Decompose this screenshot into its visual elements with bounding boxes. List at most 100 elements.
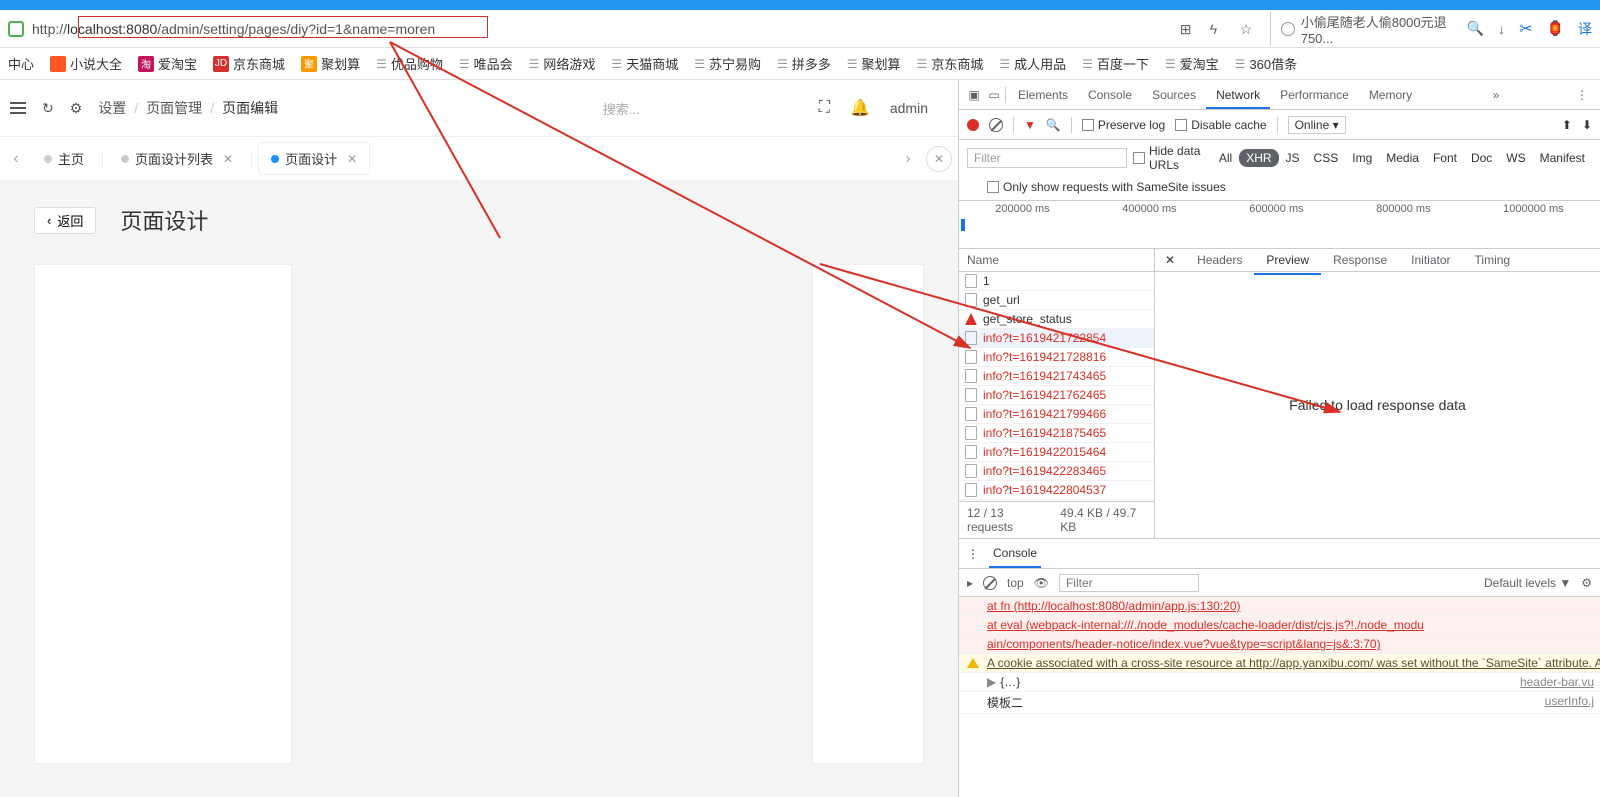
search-icon[interactable]: 🔍	[1467, 20, 1484, 37]
network-request-row[interactable]: info?t=1619422015464	[959, 443, 1154, 462]
network-request-row[interactable]: 1	[959, 272, 1154, 291]
gear-icon[interactable]: ⚙	[70, 100, 83, 117]
download-har-icon[interactable]: ⬇	[1582, 118, 1592, 132]
devtools-tab-performance[interactable]: Performance	[1270, 81, 1359, 109]
devtools-more-tabs-icon[interactable]: »	[1487, 88, 1506, 102]
filter-chip-js[interactable]: JS	[1279, 149, 1307, 167]
bell-icon[interactable]: 🔔	[850, 98, 870, 118]
devtools-menu-icon[interactable]: ⋮	[1570, 88, 1594, 102]
device-toggle-icon[interactable]: ▭	[985, 86, 1003, 104]
network-request-row[interactable]: info?t=1619421728816	[959, 348, 1154, 367]
tab-arrow-right-icon[interactable]: ›	[898, 150, 918, 168]
console-context-select[interactable]: top	[1007, 576, 1024, 590]
bookmark-item[interactable]: 京东商城	[911, 54, 990, 73]
breadcrumb-item[interactable]: 设置	[98, 98, 126, 118]
console-settings-icon[interactable]: ⚙	[1581, 576, 1592, 590]
panel-left[interactable]	[34, 264, 292, 764]
bookmark-item[interactable]: 百度一下	[1076, 54, 1155, 73]
browser-search-box[interactable]: 小偷尾随老人偷8000元退750... 🔍	[1270, 12, 1484, 46]
filter-icon[interactable]: ▼	[1024, 118, 1036, 132]
devtools-tab-elements[interactable]: Elements	[1008, 81, 1078, 109]
network-request-row[interactable]: info?t=1619421799466	[959, 405, 1154, 424]
devtools-tab-console[interactable]: Console	[1078, 81, 1142, 109]
back-button[interactable]: ‹ 返回	[34, 207, 96, 234]
console-filter-input[interactable]	[1059, 574, 1199, 592]
bookmark-item[interactable]: 苏宁易购	[688, 54, 767, 73]
preview-tab-preview[interactable]: Preview	[1254, 247, 1321, 275]
record-icon[interactable]	[967, 119, 979, 131]
flash-icon[interactable]: ϟ	[1210, 21, 1226, 37]
user-name[interactable]: admin	[890, 100, 928, 116]
bookmark-item[interactable]: 小说大全	[44, 54, 128, 73]
console-menu-icon[interactable]: ⋮	[967, 547, 979, 561]
console-sidebar-toggle-icon[interactable]: ▸	[967, 576, 973, 590]
network-request-row[interactable]: get_store_status	[959, 310, 1154, 329]
download-icon[interactable]: ↓	[1498, 21, 1505, 37]
translate-icon[interactable]: 译	[1578, 19, 1592, 39]
console-line[interactable]: at fn (http://localhost:8080/admin/app.j…	[959, 597, 1600, 616]
hide-data-urls-checkbox[interactable]: Hide data URLs	[1133, 144, 1206, 172]
console-tab[interactable]: Console	[989, 540, 1041, 568]
tab-close-icon[interactable]: ✕	[347, 152, 357, 166]
bookmark-item[interactable]: 360借条	[1229, 54, 1303, 73]
preview-tab-headers[interactable]: Headers	[1185, 247, 1254, 273]
console-source-link[interactable]: userInfo.j	[1545, 694, 1594, 708]
preview-tab-timing[interactable]: Timing	[1463, 247, 1523, 273]
filter-chip-ws[interactable]: WS	[1499, 149, 1532, 167]
fullscreen-icon[interactable]: ⛶	[819, 99, 830, 117]
samesite-only-checkbox[interactable]: Only show requests with SameSite issues	[987, 180, 1226, 194]
tab-home[interactable]: 主页	[32, 143, 96, 174]
app-search-input[interactable]: 搜索...	[603, 99, 803, 118]
tab-close-icon[interactable]: ✕	[223, 152, 233, 166]
console-line[interactable]: 模板二userInfo.j	[959, 692, 1600, 714]
preview-tab-response[interactable]: Response	[1321, 247, 1399, 273]
console-levels-select[interactable]: Default levels ▼	[1484, 576, 1571, 590]
filter-chip-img[interactable]: Img	[1345, 149, 1379, 167]
bookmark-item[interactable]: JD京东商城	[207, 54, 291, 73]
disable-cache-checkbox[interactable]: Disable cache	[1175, 118, 1266, 132]
tab-arrow-left-icon[interactable]: ‹	[6, 150, 26, 168]
network-request-row[interactable]: info?t=1619421743465	[959, 367, 1154, 386]
favorite-star-icon[interactable]: ☆	[1240, 21, 1256, 37]
qr-icon[interactable]: ⊞	[1180, 21, 1196, 37]
console-line[interactable]: ▶{…}header-bar.vu	[959, 673, 1600, 692]
network-request-row[interactable]: info?t=1619422283465	[959, 462, 1154, 481]
devtools-tab-memory[interactable]: Memory	[1359, 81, 1422, 109]
network-name-header[interactable]: Name	[959, 249, 1154, 272]
bookmark-item[interactable]: 拼多多	[771, 54, 837, 73]
network-request-row[interactable]: info?t=1619421722854	[959, 329, 1154, 348]
timeline-handle-icon[interactable]	[961, 219, 965, 231]
bookmark-item[interactable]: 爱淘宝	[1159, 54, 1225, 73]
console-line[interactable]: ain/components/header-notice/index.vue?v…	[959, 635, 1600, 654]
bookmark-item[interactable]: 聚聚划算	[295, 54, 366, 73]
preserve-log-checkbox[interactable]: Preserve log	[1082, 118, 1165, 132]
devtools-tab-network[interactable]: Network	[1206, 81, 1270, 109]
inspect-element-icon[interactable]: ▣	[965, 86, 983, 104]
breadcrumb-item[interactable]: 页面管理	[146, 98, 202, 118]
filter-chip-media[interactable]: Media	[1379, 149, 1426, 167]
console-clear-icon[interactable]	[983, 576, 997, 590]
bookmark-item[interactable]: 唯品会	[453, 54, 519, 73]
bookmark-item[interactable]: 网络游戏	[523, 54, 602, 73]
search-icon[interactable]: 🔍	[1046, 118, 1061, 132]
refresh-icon[interactable]: ↻	[42, 100, 54, 117]
network-request-row[interactable]: info?t=1619422804537	[959, 481, 1154, 500]
devtools-tab-sources[interactable]: Sources	[1142, 81, 1206, 109]
expand-caret-icon[interactable]: ▶	[987, 675, 996, 689]
network-request-row[interactable]: info?t=1619421875465	[959, 424, 1154, 443]
screenshot-icon[interactable]: ✂	[1519, 19, 1532, 39]
bookmark-item[interactable]: 中心	[2, 54, 40, 73]
menu-hamburger-icon[interactable]	[10, 102, 26, 114]
bookmark-item[interactable]: 聚划算	[841, 54, 907, 73]
filter-chip-manifest[interactable]: Manifest	[1533, 149, 1592, 167]
filter-chip-font[interactable]: Font	[1426, 149, 1464, 167]
network-request-row[interactable]: get_url	[959, 291, 1154, 310]
throttle-select[interactable]: Online ▾	[1288, 116, 1346, 134]
network-request-row[interactable]: info?t=1619421762465	[959, 386, 1154, 405]
filter-chip-css[interactable]: CSS	[1307, 149, 1346, 167]
console-line[interactable]: A cookie associated with a cross-site re…	[959, 654, 1600, 673]
bookmark-item[interactable]: 优品购物	[370, 54, 449, 73]
eye-icon[interactable]: 👁	[1034, 576, 1049, 590]
close-preview-icon[interactable]: ✕	[1155, 249, 1185, 271]
network-timeline[interactable]: 200000 ms400000 ms600000 ms800000 ms1000…	[959, 201, 1600, 249]
